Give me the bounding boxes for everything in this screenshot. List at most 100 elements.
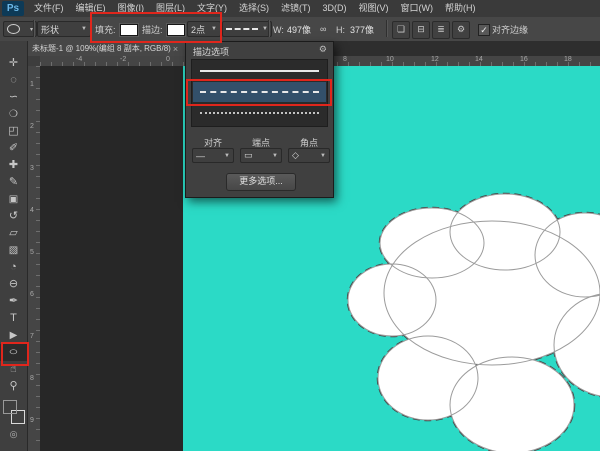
dodge-tool-button[interactable]: ⊖ (0, 276, 27, 293)
menu-3d[interactable]: 3D(D) (317, 0, 353, 17)
color-swatches (0, 399, 27, 427)
fill-color-swatch[interactable] (120, 24, 138, 36)
type-tool-button[interactable]: T (0, 310, 27, 327)
separator (33, 20, 35, 37)
cloud-fill (348, 194, 600, 451)
photoshop-window: Ps 文件(F) 编辑(E) 图像(I) 图层(L) 文字(Y) 选择(S) 滤… (0, 0, 600, 451)
dashed-line-preview-icon (226, 28, 258, 30)
ruler-number: 0 (166, 56, 170, 63)
caps-value-icon: ▭ (244, 150, 253, 161)
ellipse-preset-icon (7, 24, 20, 34)
ruler-number: -4 (76, 56, 82, 63)
path-alignment-button[interactable]: ⊟ (412, 21, 430, 39)
stroke-options-title: 描边选项 (193, 45, 229, 58)
ruler-number: 3 (30, 165, 34, 172)
lasso-tool-button[interactable]: ∽ (0, 89, 27, 106)
ruler-number: 2 (30, 123, 34, 130)
document-tab[interactable]: 未标题-1 @ 109%(编组 8 副本, RGB/8) × (28, 41, 189, 56)
tool-mode-select[interactable]: 形状 ▼ (37, 21, 91, 37)
pen-tool-button[interactable]: ✒ (0, 293, 27, 310)
align-edges-label: 对齐边缘 (492, 25, 528, 35)
ruler-number: 1 (30, 81, 34, 88)
more-options-button[interactable]: 更多选项... (226, 173, 296, 191)
quick-selection-tool-button[interactable]: ❍ (0, 106, 27, 123)
stroke-style-select[interactable]: ▼ (222, 21, 272, 37)
ruler-number: 9 (30, 417, 34, 424)
pasteboard (40, 66, 183, 451)
history-brush-tool-button[interactable]: ↺ (0, 208, 27, 225)
ruler-number: 16 (520, 56, 528, 63)
stroke-style-solid[interactable] (193, 61, 326, 81)
width-value-field[interactable]: 497像 (287, 25, 311, 35)
corners-select[interactable]: ◇ ▼ (288, 148, 330, 163)
ruler-number: 10 (386, 56, 394, 63)
separator (386, 20, 388, 37)
ruler-number: 6 (30, 291, 34, 298)
ellipse-tool-button[interactable]: ○ (0, 344, 27, 361)
menu-view[interactable]: 视图(V) (353, 0, 395, 17)
stroke-style-dashed[interactable] (193, 82, 326, 102)
menu-select[interactable]: 选择(S) (233, 0, 275, 17)
stroke-width-value: 2点 (191, 23, 205, 36)
menu-type[interactable]: 文字(Y) (191, 0, 233, 17)
stroke-label: 描边: (142, 25, 163, 35)
zoom-tool-button[interactable]: ⚲ (0, 378, 27, 395)
link-dimensions-icon[interactable]: ∞ (320, 24, 326, 34)
spot-healing-brush-tool-button[interactable]: ✚ (0, 157, 27, 174)
hand-tool-button[interactable]: ☝ (0, 361, 27, 378)
eraser-tool-button[interactable]: ▱ (0, 225, 27, 242)
chevron-down-icon: ▼ (81, 26, 87, 32)
menu-layer[interactable]: 图层(L) (150, 0, 191, 17)
path-arrangement-button[interactable]: ≣ (432, 21, 450, 39)
tool-preset-picker[interactable]: ▾ (3, 21, 37, 37)
ruler-number: 18 (564, 56, 572, 63)
eyedropper-tool-button[interactable]: ✐ (0, 140, 27, 157)
marquee-tool-button[interactable]: ◌ (0, 72, 27, 89)
menu-file[interactable]: 文件(F) (28, 0, 70, 17)
menu-edit[interactable]: 编辑(E) (70, 0, 112, 17)
crop-tool-button[interactable]: ◰ (0, 123, 27, 140)
ruler-number: 5 (30, 249, 34, 256)
stroke-style-list (191, 59, 328, 127)
gradient-tool-button[interactable]: ▧ (0, 242, 27, 259)
align-select[interactable]: — ▼ (192, 148, 234, 163)
ruler-number: 8 (30, 375, 34, 382)
chevron-down-icon: ▼ (320, 153, 326, 159)
brush-tool-button[interactable]: ✎ (0, 174, 27, 191)
chevron-down-icon: ▼ (272, 153, 278, 159)
menu-help[interactable]: 帮助(H) (439, 0, 482, 17)
solid-line-icon (200, 70, 319, 72)
tool-mode-value: 形状 (41, 23, 59, 36)
stroke-color-swatch[interactable] (167, 24, 185, 36)
quick-mask-button[interactable]: ◎ (0, 427, 27, 441)
align-edges-checkbox[interactable]: ✓ (478, 24, 490, 36)
menu-image[interactable]: 图像(I) (112, 0, 151, 17)
ellipse-tool-icon: ○ (9, 344, 19, 361)
dotted-line-icon (200, 112, 319, 114)
ruler-number: 14 (475, 56, 483, 63)
ruler-number: 12 (431, 56, 439, 63)
menu-window[interactable]: 窗口(W) (395, 0, 440, 17)
menu-filter[interactable]: 滤镜(T) (275, 0, 317, 17)
menu-bar: Ps 文件(F) 编辑(E) 图像(I) 图层(L) 文字(Y) 选择(S) 滤… (0, 0, 600, 18)
clone-stamp-tool-button[interactable]: ▣ (0, 191, 27, 208)
path-selection-tool-button[interactable]: ▶ (0, 327, 27, 344)
align-value-icon: — (196, 151, 205, 161)
options-bar: ▾ 形状 ▼ 填充: 描边: 2点 ▼ ▼ W: 497像 ∞ H: 377像 … (0, 17, 600, 42)
photoshop-logo: Ps (2, 1, 24, 16)
ruler-number: 8 (343, 56, 347, 63)
height-value-field[interactable]: 377像 (350, 25, 374, 35)
move-tool-button[interactable]: ✛ (0, 55, 27, 72)
path-operations-button[interactable]: ❏ (392, 21, 410, 39)
gear-icon[interactable]: ⚙ (319, 44, 327, 55)
foreground-color-swatch[interactable] (3, 400, 17, 414)
caps-select[interactable]: ▭ ▼ (240, 148, 282, 163)
ruler-number: 7 (30, 333, 34, 340)
width-label: W: (273, 25, 284, 35)
close-tab-icon[interactable]: × (173, 44, 178, 54)
ruler-number: -2 (120, 56, 126, 63)
stroke-style-dotted[interactable] (193, 103, 326, 123)
geometry-options-gear-button[interactable]: ⚙ (452, 21, 470, 39)
stroke-width-select[interactable]: 2点 ▼ (187, 21, 221, 37)
blur-tool-button[interactable]: ◔ (0, 259, 27, 276)
